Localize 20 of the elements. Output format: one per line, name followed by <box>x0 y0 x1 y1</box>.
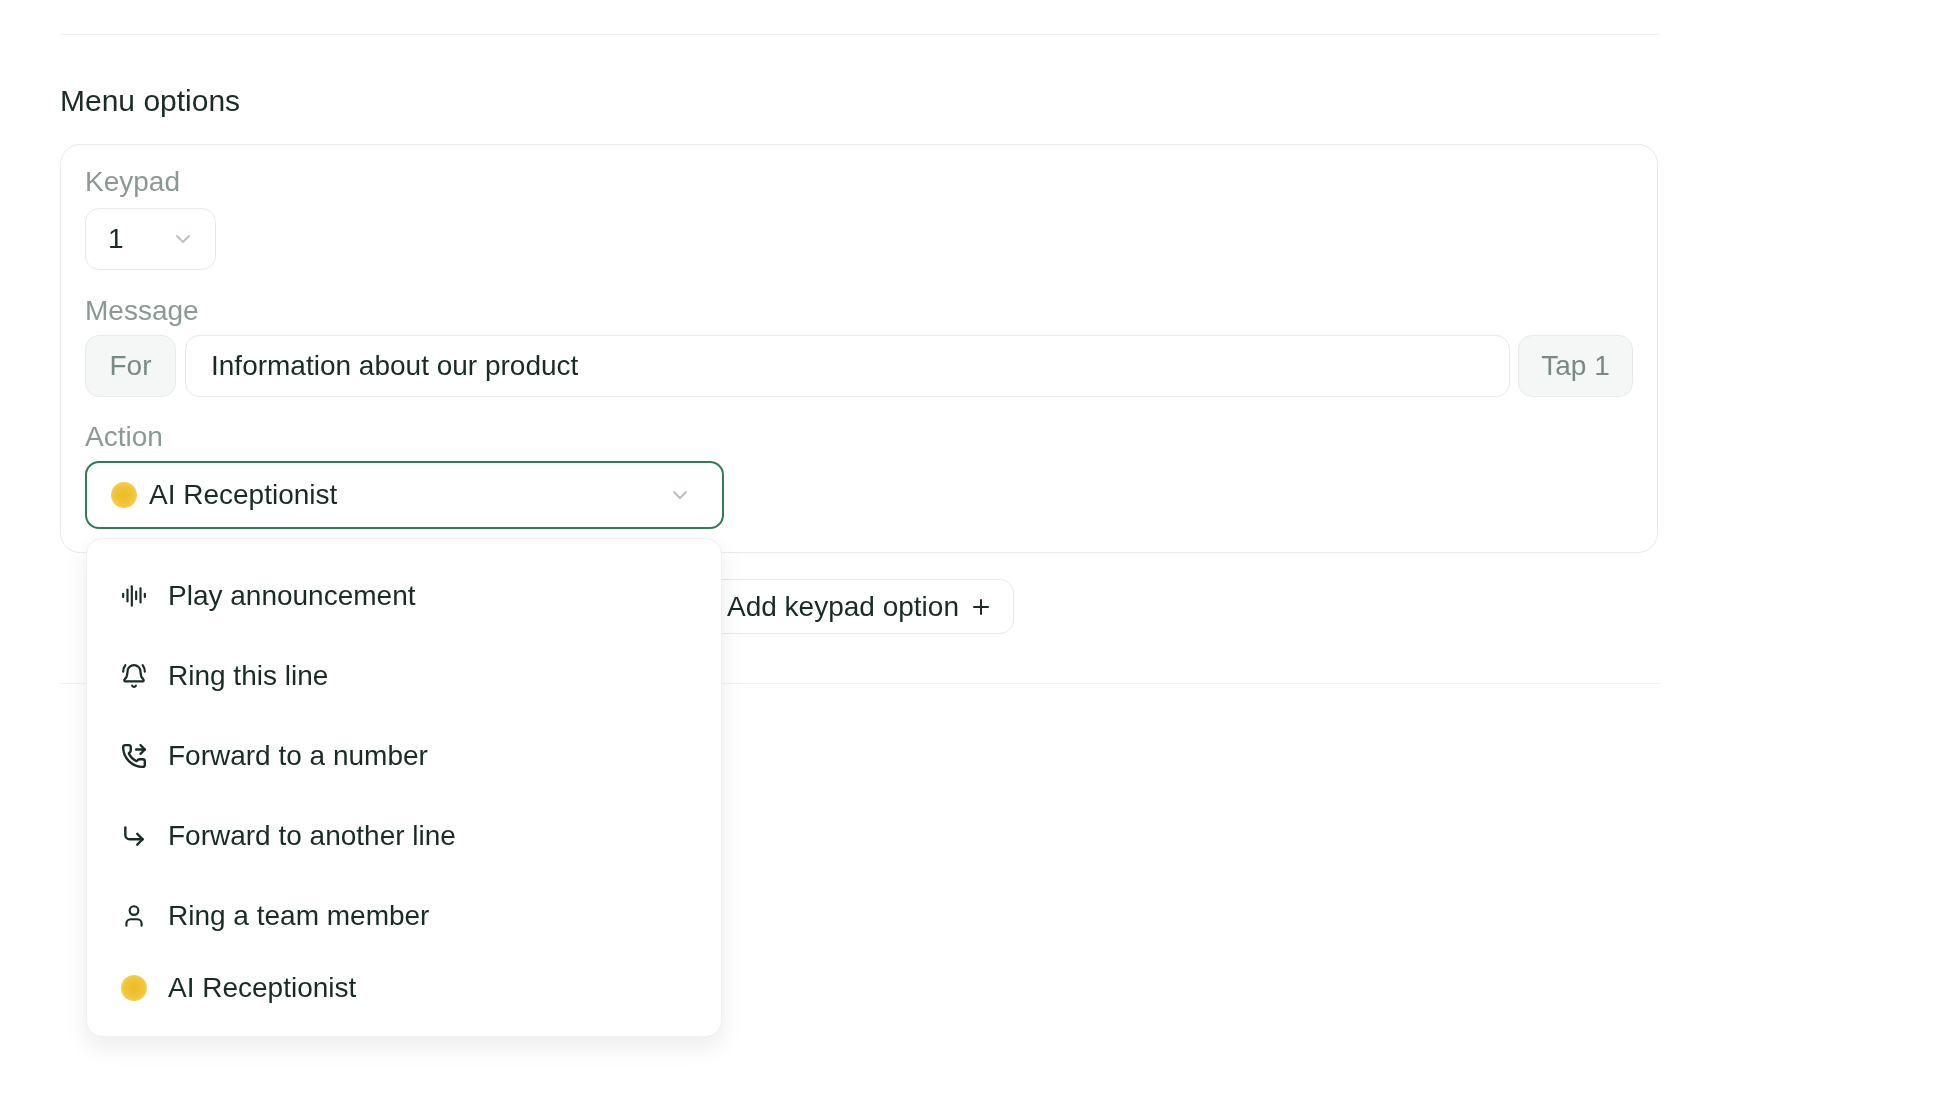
phone-arrow-icon <box>121 743 147 769</box>
menu-item[interactable]: AI Receptionist <box>87 956 721 1020</box>
bell-icon <box>121 663 147 689</box>
message-input[interactable]: Information about our product <box>185 335 1510 397</box>
field-label: Keypad <box>85 165 180 199</box>
menu-item[interactable]: Forward to a number <box>87 716 721 796</box>
section-title: Menu options <box>60 83 241 119</box>
field-label: Action <box>85 420 163 454</box>
orb-icon <box>121 975 147 1001</box>
field-label: Message <box>85 294 199 328</box>
menu-item[interactable]: Ring a team member <box>87 876 721 956</box>
action-select[interactable]: AI Receptionist <box>85 461 724 529</box>
prefix-label: For <box>85 335 176 397</box>
keypad-select[interactable]: 1 <box>85 208 216 270</box>
curved-arrow-icon <box>121 823 147 849</box>
menu-item[interactable]: Forward to another line <box>87 796 721 876</box>
waveform-icon <box>121 583 147 609</box>
menu-item[interactable]: Ring this line <box>87 636 721 716</box>
tap-label: Tap 1 <box>1518 335 1633 397</box>
orb-icon <box>111 482 137 508</box>
